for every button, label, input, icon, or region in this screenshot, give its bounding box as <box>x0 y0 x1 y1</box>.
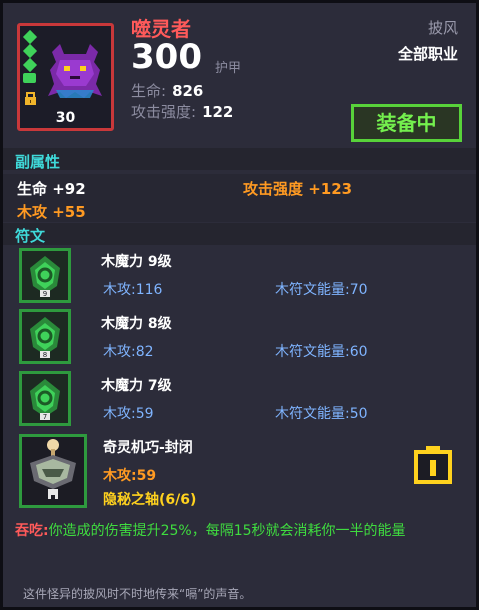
base-stat-attack: 攻击强度: 122 <box>131 101 233 122</box>
stat-value: 826 <box>172 82 204 100</box>
stat-label: 攻击强度: <box>131 103 197 121</box>
wood-rune-icon[interactable]: 8 <box>19 309 71 364</box>
base-stat-hp: 生命: 826 <box>131 80 203 101</box>
item-job-restriction: 全部职业 <box>397 45 458 63</box>
item-icon-frame[interactable]: 30 <box>17 23 114 131</box>
quality-gem-icon <box>22 57 38 73</box>
mechanism-icon[interactable] <box>19 434 87 508</box>
socket-icon[interactable] <box>413 444 453 484</box>
stat-value: 122 <box>202 103 234 121</box>
sub-stat-attack: 攻击强度 +123 <box>243 180 353 198</box>
effect-keyword: 吞吃: <box>15 523 49 539</box>
armor-value: 300 <box>131 37 202 77</box>
sub-stat-wood-attack: 木攻 +55 <box>17 203 86 221</box>
wood-rune-icon[interactable]: 9 <box>19 248 71 303</box>
armor-label: 护甲 <box>215 61 242 76</box>
rune-energy: 木符文能量:50 <box>275 406 368 422</box>
sub-stat-hp: 生命 +92 <box>17 180 86 198</box>
equipped-button[interactable]: 装备中 <box>351 104 462 142</box>
item-slot: 披风 <box>427 19 458 37</box>
runes-title: 符文 <box>15 227 46 245</box>
cape-monster-icon <box>48 44 102 98</box>
rune-name: 木魔力 7级 <box>101 378 172 394</box>
rune-energy: 木符文能量:70 <box>275 282 368 298</box>
rune-name: 木魔力 9级 <box>101 254 172 270</box>
rune-level-numeral: 9 <box>43 290 47 297</box>
sub-attributes-header <box>3 148 476 170</box>
rune-energy: 木符文能量:60 <box>275 344 368 360</box>
rune-attack: 木攻:116 <box>103 282 163 298</box>
set-piece-name: 奇灵机巧-封闭 <box>103 440 193 456</box>
rune-level-numeral: 8 <box>43 351 47 358</box>
rune-level-numeral: 7 <box>43 413 47 420</box>
rune-name: 木魔力 8级 <box>101 316 172 332</box>
quality-gem-icon <box>22 29 38 45</box>
runes-header <box>3 223 476 245</box>
item-header: 30 噬灵者 300 护甲 生命: 826 攻击强度: 122 披风 全部职业 装备… <box>3 3 476 145</box>
lock-icon <box>25 92 36 105</box>
effect-text: 你造成的伤害提升25%，每隔15秒就会消耗你一半的能量 <box>48 523 406 539</box>
rune-attack: 木攻:59 <box>103 406 154 422</box>
sub-attributes-title: 副属性 <box>15 153 61 171</box>
stat-label: 生命: <box>131 82 167 100</box>
wood-rune-icon[interactable]: 7 <box>19 371 71 426</box>
item-level: 30 <box>55 110 76 126</box>
item-tooltip-card: 30 噬灵者 300 护甲 生命: 826 攻击强度: 122 披风 全部职业 装备… <box>0 0 479 610</box>
special-effect: 吞吃:你造成的伤害提升25%，每隔15秒就会消耗你一半的能量 <box>15 521 465 541</box>
flavor-text: 这件怪异的披风时不时地传来“嗝”的声音。 <box>23 587 252 601</box>
quality-gem-icon <box>23 73 36 83</box>
rune-attack: 木攻:82 <box>103 344 154 360</box>
set-bonus: 隐秘之轴(6/6) <box>103 492 197 508</box>
set-piece-attack: 木攻:59 <box>103 468 157 484</box>
quality-gem-icon <box>22 43 38 59</box>
